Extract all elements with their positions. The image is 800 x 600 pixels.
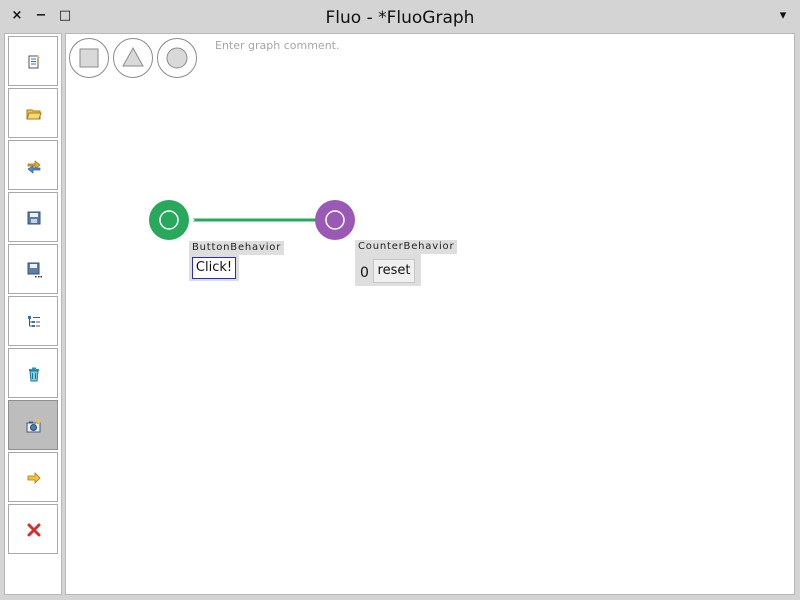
button-behavior-node[interactable] (149, 200, 195, 240)
window-title: Fluo - *FluoGraph (325, 8, 475, 28)
save-icon (27, 211, 41, 225)
refresh-icon (27, 160, 41, 174)
click-button[interactable]: Click! (192, 257, 236, 279)
add-circle-node-button[interactable] (157, 38, 197, 78)
forward-button[interactable] (8, 452, 58, 502)
output-port-icon[interactable] (189, 216, 195, 224)
title-bar: × − □ Fluo - *FluoGraph ▾ (0, 0, 800, 33)
snapshot-button[interactable] (8, 400, 58, 450)
toolbar (4, 33, 62, 595)
button-behavior-label: ButtonBehavior (189, 241, 285, 255)
new-document-icon (28, 55, 40, 69)
triangle-shape-icon (122, 46, 144, 67)
exit-button[interactable] (8, 504, 58, 554)
tree-list-button[interactable] (8, 296, 58, 346)
counter-behavior-label: CounterBehavior (355, 240, 458, 254)
save-as-button[interactable] (8, 244, 58, 294)
refresh-button[interactable] (8, 140, 58, 190)
camera-icon (26, 418, 41, 433)
window-menu-button[interactable]: ▾ (775, 8, 791, 24)
save-as-icon (27, 262, 42, 278)
new-document-button[interactable] (8, 36, 58, 86)
add-square-node-button[interactable] (69, 38, 109, 78)
open-folder-icon (26, 109, 42, 120)
save-button[interactable] (8, 192, 58, 242)
tree-list-icon (28, 316, 40, 327)
graph-canvas[interactable]: Enter graph comment. ButtonBehavior Clic… (65, 33, 795, 595)
arrow-right-icon (27, 472, 41, 484)
reset-button[interactable]: reset (373, 259, 415, 283)
square-shape-icon (79, 48, 99, 68)
graph-comment-field[interactable]: Enter graph comment. (215, 39, 339, 52)
add-triangle-node-button[interactable] (113, 38, 153, 78)
counter-behavior-node[interactable] (315, 200, 355, 240)
trash-icon (29, 367, 39, 382)
counter-value: 0 (360, 265, 369, 281)
graph-layer (149, 200, 355, 240)
circle-shape-icon (166, 47, 188, 69)
delete-button[interactable] (8, 348, 58, 398)
open-button[interactable] (8, 88, 58, 138)
close-red-icon (27, 523, 41, 537)
